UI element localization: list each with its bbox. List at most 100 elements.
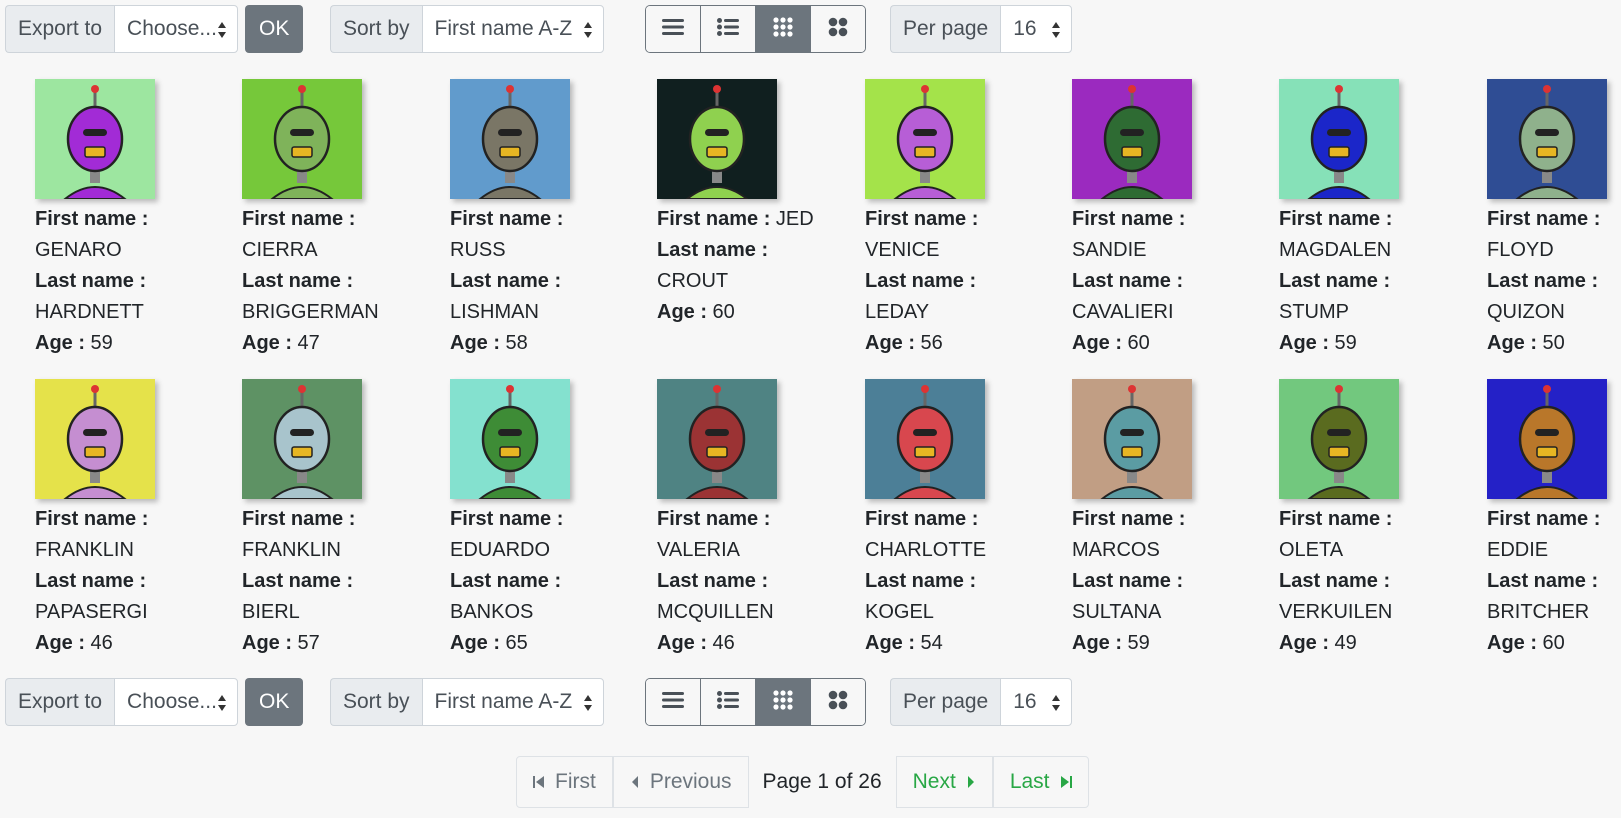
detail-list-view-button[interactable] [701, 6, 756, 52]
export-ok-button[interactable]: OK [245, 5, 304, 53]
per-page-group: Per page 16 [890, 678, 1073, 726]
robot-info: First name : CHARLOTTE Last name : KOGEL A… [865, 504, 1035, 659]
robot-card: First name : MAGDALEN Last name : STUMP Ag… [1279, 79, 1449, 359]
large-grid-view-icon [828, 17, 848, 42]
first-page-button[interactable]: First [516, 756, 613, 808]
last-name-value: LEDAY [865, 301, 930, 323]
robot-card: First name : GENARO Last name : HARDNETT A… [35, 79, 205, 359]
age-line: Age : 54 [865, 628, 1035, 659]
age-line: Age : 46 [35, 628, 205, 659]
last-name-line: Last name : VERKUILEN [1279, 566, 1449, 628]
view-mode-group [645, 678, 866, 726]
last-name-line: Last name : KOGEL [865, 566, 1035, 628]
first-name-label: First name : [1487, 508, 1601, 530]
caret-left-icon [631, 776, 638, 788]
large-grid-view-button[interactable] [811, 6, 865, 52]
last-name-value: STUMP [1279, 301, 1349, 323]
top-toolbar: Export to Choose... OK Sort by First nam… [5, 5, 1105, 53]
robot-info: First name : CIERRA Last name : BRIGGERMA… [242, 204, 412, 359]
export-select[interactable]: Choose... [114, 678, 239, 726]
per-page-select[interactable]: 16 [1000, 5, 1073, 53]
detail-list-view-button[interactable] [701, 679, 756, 725]
list-view-button[interactable] [646, 6, 701, 52]
age-label: Age : [1072, 332, 1122, 354]
list-view-button[interactable] [646, 679, 701, 725]
last-name-line: Last name : MCQUILLEN [657, 566, 827, 628]
previous-page-label: Previous [649, 770, 732, 793]
first-name-line: First name : CIERRA [242, 204, 412, 266]
age-label: Age : [242, 332, 292, 354]
robot-avatar-image [865, 379, 985, 499]
last-name-label: Last name : [1072, 570, 1184, 592]
last-name-line: Last name : CAVALIERI [1072, 266, 1242, 328]
first-name-label: First name : [1279, 208, 1393, 230]
robot-card: First name : CHARLOTTE Last name : KOGEL A… [865, 379, 1035, 659]
per-page-select[interactable]: 16 [1000, 678, 1073, 726]
first-name-line: First name : VENICE [865, 204, 1035, 266]
first-name-line: First name : OLETA [1279, 504, 1449, 566]
last-name-label: Last name : [657, 239, 769, 261]
age-value: 60 [1122, 332, 1150, 354]
last-name-label: Last name : [35, 270, 147, 292]
robot-info: First name : FRANKLIN Last name : PAPASER… [35, 504, 205, 659]
skip-last-icon [1060, 776, 1072, 788]
export-group: Export to Choose... OK [5, 678, 304, 726]
first-name-value: GENARO [35, 239, 122, 261]
caret-right-icon [967, 776, 974, 788]
last-name-value: BRITCHER [1487, 601, 1590, 623]
export-ok-button[interactable]: OK [245, 678, 304, 726]
robot-avatar-image [242, 379, 362, 499]
age-line: Age : 50 [1487, 328, 1621, 359]
robot-card: First name : VENICE Last name : LEDAY Age … [865, 79, 1035, 359]
first-name-line: First name : CHARLOTTE [865, 504, 1035, 566]
robot-info: First name : GENARO Last name : HARDNETT A… [35, 204, 205, 359]
small-grid-view-button[interactable] [756, 679, 811, 725]
robot-info: First name : SANDIE Last name : CAVALIERI… [1072, 204, 1242, 359]
last-name-line: Last name : BIERL [242, 566, 412, 628]
small-grid-view-button[interactable] [756, 6, 811, 52]
age-label: Age : [865, 332, 915, 354]
first-name-value: VALERIA [657, 539, 740, 561]
sort-select-value: First name A-Z [434, 17, 573, 40]
age-line: Age : 56 [865, 328, 1035, 359]
last-name-label: Last name : [1487, 570, 1599, 592]
previous-page-button[interactable]: Previous [612, 756, 749, 808]
sort-select[interactable]: First name A-Z [421, 678, 604, 726]
large-grid-view-button[interactable] [811, 679, 865, 725]
first-name-line: First name : EDDIE [1487, 504, 1621, 566]
next-page-button[interactable]: Next [895, 756, 993, 808]
robot-avatar-image [657, 379, 777, 499]
last-page-button[interactable]: Last [992, 756, 1089, 808]
first-name-label: First name : [1279, 508, 1393, 530]
first-name-value: JED [770, 208, 814, 230]
first-name-label: First name : [242, 208, 356, 230]
robot-avatar-image [1072, 79, 1192, 199]
robot-info: First name : MARCOS Last name : SULTANA Ag… [1072, 504, 1242, 659]
sort-select[interactable]: First name A-Z [421, 5, 604, 53]
age-label: Age : [450, 632, 500, 654]
last-page-label: Last [1009, 770, 1050, 793]
first-name-label: First name : [865, 208, 979, 230]
sort-caret-icon [1052, 22, 1061, 38]
robot-card: First name : JED Last name : CROUT Age : 6… [657, 79, 827, 328]
export-select[interactable]: Choose... [114, 5, 239, 53]
export-select-value: Choose... [127, 690, 217, 713]
sort-label: Sort by [330, 678, 422, 726]
first-name-line: First name : FLOYD [1487, 204, 1621, 266]
age-label: Age : [865, 632, 915, 654]
robot-info: First name : VENICE Last name : LEDAY Age … [865, 204, 1035, 359]
last-name-label: Last name : [450, 570, 562, 592]
last-name-label: Last name : [35, 570, 147, 592]
first-name-line: First name : MAGDALEN [1279, 204, 1449, 266]
first-name-line: First name : RUSS [450, 204, 620, 266]
large-grid-view-icon [828, 690, 848, 715]
age-value: 46 [85, 632, 113, 654]
robot-avatar-image [657, 79, 777, 199]
per-page-label: Per page [890, 5, 1001, 53]
next-page-label: Next [912, 770, 956, 793]
robot-card: First name : OLETA Last name : VERKUILEN A… [1279, 379, 1449, 659]
first-name-value: EDUARDO [450, 539, 551, 561]
first-name-line: First name : FRANKLIN [242, 504, 412, 566]
first-name-value: MAGDALEN [1279, 239, 1392, 261]
robot-info: First name : RUSS Last name : LISHMAN Age … [450, 204, 620, 359]
